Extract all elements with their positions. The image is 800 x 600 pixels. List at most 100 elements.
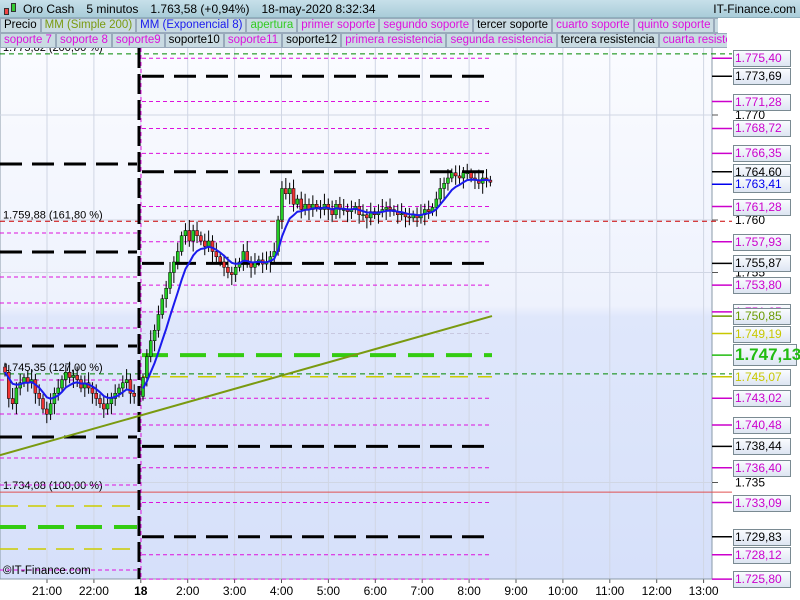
- x-tick-label: 5:00: [317, 584, 341, 598]
- candle-body: [287, 188, 292, 194]
- candle-body: [98, 398, 102, 404]
- candle-body: [148, 340, 153, 357]
- candle-body: [226, 267, 230, 273]
- price-axis-label: 1.773,69: [733, 68, 791, 86]
- legend-item[interactable]: soporte9: [111, 33, 165, 48]
- price-axis-label: 1.775,40: [733, 50, 791, 68]
- candle-body: [175, 251, 180, 263]
- candle-body: [399, 213, 404, 215]
- price-axis-label: 1.736,40: [733, 459, 791, 477]
- candle-body: [102, 403, 106, 410]
- candle-body: [457, 175, 462, 179]
- price-axis-label: 1.728,12: [733, 546, 791, 564]
- y-tick-label: 1.735: [735, 476, 765, 490]
- x-tick-label: 11:00: [595, 584, 624, 598]
- legend-item[interactable]: sexto soporte: [714, 18, 718, 33]
- candle-body: [117, 387, 121, 394]
- candle-body: [233, 267, 238, 275]
- candle-body: [14, 387, 19, 404]
- candle-body: [438, 188, 442, 200]
- legend-item[interactable]: tercera resistencia: [556, 33, 659, 48]
- candle-body: [124, 379, 129, 384]
- candle-body: [60, 379, 64, 389]
- candle-body: [434, 198, 439, 208]
- candle-body: [218, 256, 222, 263]
- candle-body: [75, 375, 79, 380]
- candle-body: [10, 398, 15, 404]
- candle-body: [450, 172, 454, 179]
- legend-item[interactable]: soporte10: [164, 33, 224, 48]
- legend-item[interactable]: MM (Simple 200): [40, 18, 137, 33]
- price-axis-label: 1.750,85: [733, 308, 791, 326]
- candle-body: [230, 272, 234, 275]
- candle-body: [67, 372, 72, 378]
- price-axis-label: 1.743,02: [733, 390, 791, 408]
- price-axis-label: 1.740,48: [733, 416, 791, 434]
- candle-body: [179, 235, 184, 252]
- fibonacci-level-label: 1.759,88 (161,80 %): [3, 209, 103, 221]
- price-axis-label: 1.745,07: [733, 368, 791, 386]
- price-axis-label: 1.729,83: [733, 528, 791, 546]
- x-tick-label: 13:00: [689, 584, 719, 598]
- candle-body: [295, 198, 300, 205]
- price-axis-label: 1.725,80: [733, 571, 791, 589]
- price-axis-label: 1.749,19: [733, 325, 791, 343]
- fibonacci-level-label: 1.745,35 (127,00 %): [3, 362, 103, 374]
- price-axis-label: 1.755,87: [733, 255, 791, 273]
- candle-body: [90, 387, 95, 394]
- x-tick-label: 6:00: [364, 584, 388, 598]
- candle-body: [45, 408, 49, 415]
- price-axis-label: 1.738,44: [733, 438, 791, 456]
- candle-body: [105, 403, 110, 410]
- current-price-label: 1.747,13: [733, 344, 800, 367]
- x-tick-label: 2:00: [176, 584, 200, 598]
- price-axis-label: 1.761,28: [733, 198, 791, 216]
- legend-item[interactable]: cuarto soporte: [552, 18, 634, 33]
- legend-item[interactable]: soporte 8: [55, 33, 112, 48]
- candle-body: [156, 314, 161, 331]
- title-bar: Oro Cash 5 minutos 1.763,58 (+0,94%) 18-…: [0, 0, 800, 18]
- legend-item[interactable]: primer soporte: [297, 18, 380, 33]
- candle-body: [280, 188, 284, 221]
- legend-item[interactable]: soporte11: [223, 33, 283, 48]
- legend-item[interactable]: primera resistencia: [341, 33, 447, 48]
- candle-body: [183, 230, 188, 236]
- legend-item[interactable]: Precio: [0, 18, 41, 33]
- legend-item[interactable]: segunda resistencia: [446, 33, 557, 48]
- x-tick-label: 10:00: [548, 584, 578, 598]
- candle-body: [453, 172, 458, 177]
- candle-body: [199, 235, 203, 242]
- legend-row-1: Precio MM (Simple 200) MM (Exponencial 8) a…: [0, 18, 718, 33]
- legend-item[interactable]: soporte 7: [0, 33, 56, 48]
- candle-body: [407, 216, 412, 219]
- price-axis-label: 1.771,28: [733, 93, 791, 111]
- candle-body: [64, 372, 68, 380]
- copyright: ©IT-Finance.com: [3, 565, 91, 577]
- candle-body: [48, 403, 53, 415]
- candle-body: [168, 272, 172, 289]
- candle-body: [56, 387, 60, 394]
- candle-body: [3, 366, 7, 373]
- candle-body: [191, 230, 195, 242]
- x-tick-label: 18: [134, 584, 148, 598]
- candle-body: [426, 209, 431, 212]
- candle-body: [37, 393, 41, 399]
- candle-body: [442, 183, 446, 189]
- candle-body: [388, 207, 392, 210]
- candle-body: [361, 214, 365, 216]
- candle-body: [203, 240, 207, 247]
- legend-item[interactable]: cuarta resistencia: [658, 33, 727, 48]
- legend-item[interactable]: tercer soporte: [473, 18, 553, 33]
- legend-item[interactable]: segundo soporte: [379, 18, 474, 33]
- x-tick-label: 21:00: [32, 584, 62, 598]
- legend-item[interactable]: MM (Exponencial 8): [136, 18, 247, 33]
- legend-item[interactable]: apertura: [246, 18, 298, 33]
- candle-body: [465, 172, 469, 174]
- legend-item[interactable]: quinto soporte: [633, 18, 715, 33]
- candle-body: [121, 382, 125, 389]
- last-price: 1.763,58 (+0,94%): [150, 1, 250, 16]
- price-axis-label: 1.763,41: [733, 176, 791, 194]
- candle-body: [210, 240, 215, 252]
- legend-item[interactable]: soporte12: [282, 33, 342, 48]
- candle-body: [384, 207, 388, 210]
